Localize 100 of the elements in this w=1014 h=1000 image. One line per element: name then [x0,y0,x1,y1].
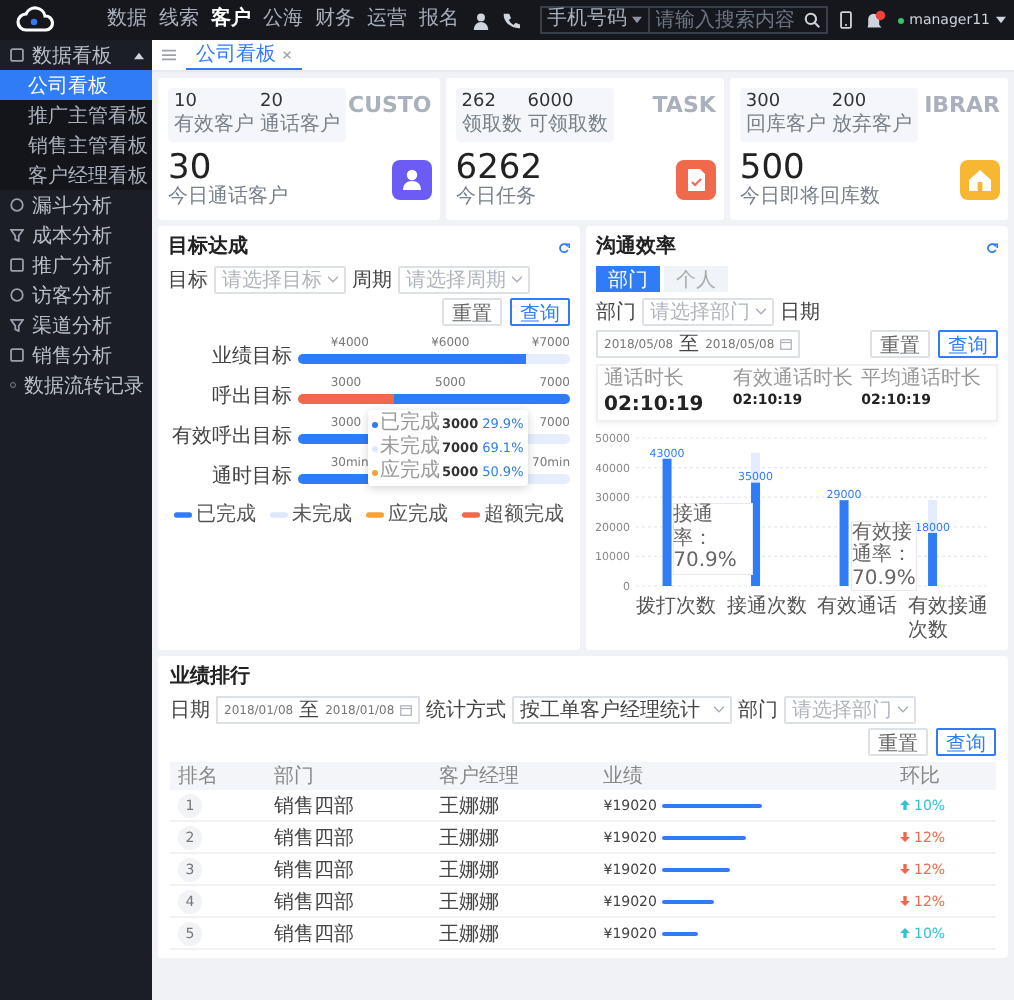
search-scope-dropdown[interactable]: 手机号码 [539,6,648,34]
axis-label: 有效通话 [817,596,899,623]
nav-link[interactable]: 客户 [211,10,252,30]
page-tab[interactable]: 公司看板 [186,40,302,70]
bar [839,501,849,587]
query-button[interactable]: 查询 [938,330,998,359]
sidebar-item[interactable]: 推广分析 [0,250,152,280]
metric-label: 回库客户 [745,113,826,138]
date-separator: 至 [679,332,700,359]
sidebar-subitem[interactable]: 推广主管看板 [0,100,152,130]
square-icon [10,48,24,62]
column-header: 排名 [178,763,220,791]
axis-label: 接通次数 [726,596,809,623]
mode-tab[interactable]: 部门 [596,266,660,293]
sidebar-subitem[interactable]: 销售主管看板 [0,130,152,160]
nav-link[interactable]: 公海 [263,10,304,30]
menu-icon[interactable] [162,48,176,62]
filter-label: 周期 [352,267,392,295]
funnel-icon [10,318,24,332]
sidebar-item[interactable]: 漏斗分析 [0,190,152,220]
refresh-icon[interactable] [986,241,998,254]
stat-value: 02:10:19 [604,392,706,419]
reset-button[interactable]: 重置 [868,728,928,757]
caret-icon [996,16,1006,24]
panel-title: 沟通效率 [596,234,676,261]
table-cell-text: 王娜娜 [438,793,501,820]
backdrop-word: IBRAR [924,94,1000,116]
person-icon[interactable] [471,11,490,29]
legend-label: 未完成 [292,501,352,529]
cloud-logo-icon[interactable] [16,6,56,34]
calendar-icon [400,704,413,717]
total-label: 今日通话客户 [168,186,288,211]
nav-link[interactable]: 财务 [315,10,356,30]
column-header: 环比 [900,763,942,791]
nav-link[interactable]: 报名 [419,10,460,30]
tooltip-label: 未完成 [380,436,440,459]
table-cell-text: 销售四部 [274,825,356,852]
stat-label: 平均通话时长 [861,368,984,393]
stat-label: 有效通话时长 [732,368,855,393]
column-header: 客户经理 [438,763,521,791]
circle-icon [10,198,24,212]
sidebar-item[interactable]: 数据流转记录 [0,370,152,400]
search-field[interactable]: 请输入搜索内容 [647,6,828,34]
select-field[interactable]: 按工单客户经理统计 [512,696,733,725]
metric-value: 10 [174,92,199,114]
filter-label: 统计方式 [426,697,507,725]
caret-icon [134,51,144,59]
filter-label: 目标 [168,267,208,295]
stat-label: 通话时长 [604,368,686,393]
phone-icon[interactable] [501,11,520,29]
sidebar-subitem[interactable]: 公司看板 [0,70,152,100]
metric-label: 有效客户 [174,113,254,138]
refresh-icon[interactable] [558,241,570,254]
sidebar-item[interactable]: 数据看板 [0,40,152,70]
metric-label: 可领取数 [527,113,608,138]
table-cell-text: 王娜娜 [438,921,501,948]
mobile-phone-icon[interactable] [839,10,852,30]
chevron-down-icon [898,706,909,715]
table-cell-text: 销售四部 [274,793,356,820]
sidebar-item[interactable]: 销售分析 [0,340,152,370]
query-button[interactable]: 查询 [936,728,996,757]
search-icon[interactable] [803,12,820,28]
metric-value: 200 [831,92,869,113]
table-cell-text: 销售四部 [274,921,356,948]
metric-value: 262 [461,92,498,114]
backdrop-word: TASK [652,94,716,116]
bar [662,459,672,587]
column-header: 部门 [274,763,316,791]
circle-icon [10,288,24,302]
amount-bar [662,867,731,873]
filter-label: 部门 [738,697,779,725]
table-cell-text: 销售四部 [274,857,356,884]
rate-annotation: 接通率：70.9% [673,504,752,574]
query-button[interactable]: 查询 [510,298,570,327]
tooltip-label: 已完成 [380,412,440,435]
panel-title: 业绩排行 [170,664,252,691]
amount-bar [662,803,763,809]
reset-button[interactable]: 重置 [442,298,502,327]
amount-bar [662,835,747,841]
bell-icon[interactable] [863,9,886,31]
table-cell-text: 销售四部 [274,889,356,916]
table-cell-text: 王娜娜 [438,889,501,916]
panel-title: 目标达成 [168,234,248,261]
close-icon[interactable] [282,49,292,59]
nav-link[interactable]: 运营 [367,10,408,30]
filter-label: 日期 [170,697,210,725]
sidebar-item[interactable]: 访客分析 [0,280,152,310]
goal-label: 呼出目标 [210,386,292,409]
nav-link[interactable]: 数据 [107,10,148,30]
sidebar-item[interactable]: 成本分析 [0,220,152,250]
sidebar-item[interactable]: 渠道分析 [0,310,152,340]
sidebar-subitem[interactable]: 客户经理看板 [0,160,152,190]
axis-label: 拨打次数 [636,596,718,623]
column-header: 业绩 [603,763,646,791]
total-value: 30 [168,149,212,187]
nav-link[interactable]: 线索 [159,10,200,30]
reset-button[interactable]: 重置 [870,330,930,359]
total-label: 今日即将回库数 [739,186,880,211]
metric-label: 放弃客户 [831,113,912,138]
filter-label: 部门 [596,299,636,327]
